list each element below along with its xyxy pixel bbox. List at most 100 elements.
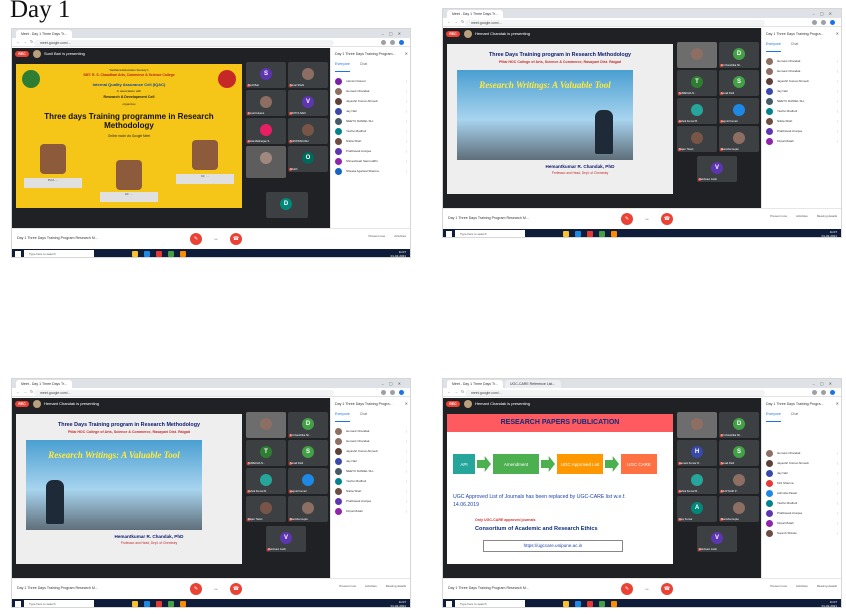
- url-field[interactable]: meet.google.com/...: [465, 389, 765, 396]
- end-call-button[interactable]: ☎: [230, 233, 242, 245]
- participant-tile[interactable]: SHIVPRAKASH: [288, 118, 328, 144]
- list-item[interactable]: Jay Nair ⋮: [766, 468, 839, 478]
- list-item[interactable]: Hemant Chandak ⋮: [335, 426, 408, 436]
- participant-tile[interactable]: DILIP NAIK P..: [719, 468, 759, 494]
- window-controls[interactable]: –▢✕: [382, 381, 406, 386]
- participant-tile[interactable]: Manisha Gupta: [288, 496, 328, 522]
- taskbar-search[interactable]: Type here to search: [24, 250, 94, 257]
- present-now-button[interactable]: Present now: [339, 584, 356, 588]
- participant-tile[interactable]: Manisha Gupta: [719, 126, 759, 152]
- present-button[interactable]: •••: [641, 583, 653, 595]
- list-item[interactable]: Yashvi Mudholi ⋮: [766, 498, 839, 508]
- url-field[interactable]: meet.google.com/...: [465, 19, 765, 26]
- list-item[interactable]: Jayashri Kumar Ahmedi ⋮: [766, 458, 839, 468]
- participant-tile[interactable]: [677, 412, 717, 438]
- close-icon[interactable]: ✕: [836, 401, 839, 406]
- participant-tile[interactable]: Rajan Tiwari: [677, 126, 717, 152]
- participant-tile[interactable]: Jagruti Kumari: [288, 468, 328, 494]
- list-item[interactable]: Prabhavati Arunjee ⋮: [335, 146, 408, 156]
- participant-tile[interactable]: H Hemant Kumar R..: [677, 440, 717, 466]
- participant-tile[interactable]: Jagruti Kumari: [719, 98, 759, 124]
- participant-tile[interactable]: Anita Mukherjee S.: [246, 118, 286, 144]
- list-item[interactable]: Hemant Chandak ⋮: [335, 436, 408, 446]
- window-controls[interactable]: –▢✕: [382, 31, 406, 36]
- tab-chat[interactable]: Chat: [360, 62, 367, 72]
- list-item[interactable]: Prabhavati Arunjee ⋮: [766, 126, 839, 136]
- present-button[interactable]: •••: [210, 583, 222, 595]
- windows-start-icon[interactable]: [15, 251, 21, 257]
- list-item[interactable]: Jayashri Kumar Ahmedi ⋮: [335, 446, 408, 456]
- present-now-button[interactable]: Present now: [368, 234, 385, 238]
- list-item[interactable]: Jay Nair ⋮: [766, 86, 839, 96]
- list-item[interactable]: Suresh Shinde ⋮: [766, 528, 839, 538]
- end-call-button[interactable]: ☎: [661, 583, 673, 595]
- list-item[interactable]: Jayashri Kumar Ahmedi ⋮: [766, 76, 839, 86]
- participant-tile[interactable]: D Dr.Chandrika Sh..: [719, 42, 759, 68]
- participant-tile[interactable]: D Dr.Chandrika Sh..: [719, 412, 759, 438]
- list-item[interactable]: Kirpal Mutah ⋮: [766, 518, 839, 528]
- end-call-button[interactable]: ☎: [230, 583, 242, 595]
- list-item[interactable]: Nikita Shah ⋮: [766, 116, 839, 126]
- participant-tile[interactable]: V Vaishnavi Joshi: [697, 156, 737, 182]
- window-controls[interactable]: –▢✕: [813, 381, 837, 386]
- participant-tile[interactable]: T SUREKHA N..: [677, 70, 717, 96]
- list-item[interactable]: NEETU DANIEL SH.. ⋮: [766, 96, 839, 106]
- mic-off-icon[interactable]: ✎: [190, 233, 202, 245]
- windows-start-icon[interactable]: [15, 601, 21, 607]
- browser-tab[interactable]: UGC-CARE Reference List...: [505, 380, 561, 388]
- list-item[interactable]: Hemant Chandak ⋮: [766, 56, 839, 66]
- participant-tile[interactable]: S Sonali Patil: [288, 440, 328, 466]
- participant-tile[interactable]: Ashok Kumar B.: [246, 468, 286, 494]
- list-item[interactable]: rukmini tharoor ⋮: [335, 76, 408, 86]
- self-tile[interactable]: D: [266, 192, 308, 218]
- participant-tile[interactable]: Kunal Kukarni: [246, 90, 286, 116]
- participant-tile[interactable]: V Vaishnavi Joshi: [266, 526, 306, 552]
- participant-tile[interactable]: [677, 42, 717, 68]
- participant-tile[interactable]: S Sunil Bari: [246, 62, 286, 88]
- activities-button[interactable]: Activities: [394, 234, 406, 238]
- browser-tab[interactable]: Meet - Day 1 Three Days Tr...: [447, 380, 503, 388]
- close-icon[interactable]: ✕: [405, 401, 408, 406]
- participant-tile[interactable]: Rajan Tiwari: [246, 496, 286, 522]
- mic-off-icon[interactable]: ✎: [621, 213, 633, 225]
- end-call-button[interactable]: ☎: [661, 213, 673, 225]
- participant-tile[interactable]: Ashok Kumar B..: [677, 468, 717, 494]
- url-field[interactable]: meet.google.com/...: [34, 39, 334, 46]
- list-item[interactable]: NEETU DANIEL SH.. ⋮: [335, 116, 408, 126]
- tab-everyone[interactable]: Everyone: [335, 62, 350, 72]
- list-item[interactable]: Hemant Chandak ⋮: [766, 448, 839, 458]
- tab-everyone[interactable]: Everyone: [766, 412, 781, 422]
- present-button[interactable]: •••: [210, 233, 222, 245]
- participant-tile[interactable]: O Shubh: [288, 146, 328, 172]
- list-item[interactable]: Shiveshwari Samruddhi ⋮: [335, 156, 408, 166]
- mic-off-icon[interactable]: ✎: [621, 583, 633, 595]
- participant-tile[interactable]: S Sonali Patil: [719, 70, 759, 96]
- list-item[interactable]: Yashvi Mudholi ⋮: [335, 476, 408, 486]
- list-item[interactable]: Hemant Chandak ⋮: [335, 86, 408, 96]
- meeting-details-button[interactable]: Meeting details: [817, 214, 837, 218]
- list-item[interactable]: Yashvi Mudholi ⋮: [766, 106, 839, 116]
- mic-off-icon[interactable]: ✎: [190, 583, 202, 595]
- tab-chat[interactable]: Chat: [791, 42, 798, 52]
- browser-tab[interactable]: Meet - Day 1 Three Days Tr...: [447, 10, 503, 18]
- participant-tile[interactable]: V UDITYA NAIK: [288, 90, 328, 116]
- list-item[interactable]: Kirti Sharma ⋮: [766, 478, 839, 488]
- meeting-details-button[interactable]: Meeting details: [817, 584, 837, 588]
- list-item[interactable]: Kirpal Mutah ⋮: [766, 136, 839, 146]
- participant-tile[interactable]: A Ajay Kumar: [677, 496, 717, 522]
- browser-tab[interactable]: Meet - Day 1 Three Days Tr...: [16, 30, 72, 38]
- participant-tile[interactable]: S Sonali Patil: [719, 440, 759, 466]
- list-item[interactable]: NEETU DANIEL SH.. ⋮: [335, 466, 408, 476]
- windows-start-icon[interactable]: [446, 601, 452, 607]
- list-item[interactable]: Jay Nair ⋮: [335, 456, 408, 466]
- list-item[interactable]: Hemant Chandak ⋮: [766, 66, 839, 76]
- list-item[interactable]: Jay Nair ⋮: [335, 106, 408, 116]
- taskbar-search[interactable]: Type here to search: [455, 230, 525, 237]
- participant-tile[interactable]: V Vaishnavi Joshi: [697, 526, 737, 552]
- tab-chat[interactable]: Chat: [360, 412, 367, 422]
- list-item[interactable]: Prabhavati Arunjee ⋮: [335, 496, 408, 506]
- list-item[interactable]: Kirpal Mutah ⋮: [335, 506, 408, 516]
- tab-everyone[interactable]: Everyone: [335, 412, 350, 422]
- list-item[interactable]: Nikita Shah ⋮: [335, 486, 408, 496]
- list-item[interactable]: Yashvi Mudholi ⋮: [335, 126, 408, 136]
